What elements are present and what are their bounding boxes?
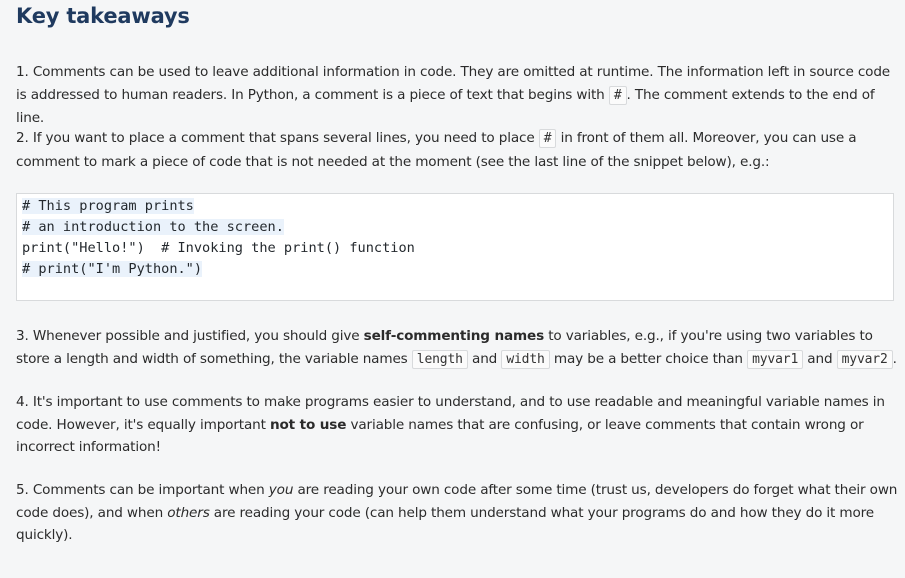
text: If you want to place a comment that span… (32, 130, 539, 146)
text: and (803, 350, 837, 367)
bold-term: self-commenting names (363, 328, 545, 344)
code-comment: # an introduction to the screen. (22, 219, 284, 235)
item-number: 4. (16, 394, 33, 410)
code-comment: # This program prints (22, 198, 194, 214)
takeaway-1: 1. Comments can be used to leave additio… (16, 61, 902, 130)
emphasis: others (167, 504, 210, 521)
takeaway-2: 2. If you want to place a comment that s… (16, 127, 902, 173)
item-number: 5. (16, 482, 33, 498)
page: Key takeaways 1. Comments can be used to… (0, 0, 905, 578)
item-number: 1. (16, 64, 33, 80)
code-comment: # print("I'm Python.") (22, 261, 203, 277)
inline-code: width (501, 349, 550, 369)
item-number: 2. (16, 130, 33, 146)
takeaway-3: 3. Whenever possible and justified, you … (16, 325, 902, 371)
item-number: 3. (16, 328, 33, 344)
takeaway-5: 5. Comments can be important when you ar… (16, 479, 902, 547)
code-line: # This program prints (22, 196, 888, 217)
text: may be a better choice than (549, 350, 748, 367)
text: Whenever possible and justified, you sho… (32, 328, 364, 344)
inline-code: # (538, 129, 557, 148)
text: Comments can be important when (32, 482, 269, 498)
inline-code: myvar2 (836, 349, 893, 369)
inline-code: length (411, 349, 468, 369)
text: and (467, 350, 502, 367)
code-line: # print("I'm Python.") (22, 259, 888, 280)
bold-term: not to use (269, 416, 347, 433)
inline-code: # (608, 85, 627, 105)
page-title: Key takeaways (16, 4, 190, 28)
takeaway-4: 4. It's important to use comments to mak… (16, 391, 902, 459)
code-line: # an introduction to the screen. (22, 217, 888, 238)
inline-code: myvar1 (747, 349, 804, 369)
code-statement: print("Hello!") # Invoking the print() f… (22, 240, 415, 256)
code-snippet[interactable]: # This program prints # an introduction … (16, 193, 894, 301)
code-line: print("Hello!") # Invoking the print() f… (22, 238, 888, 259)
text: . (892, 350, 897, 367)
emphasis: you (268, 482, 294, 498)
